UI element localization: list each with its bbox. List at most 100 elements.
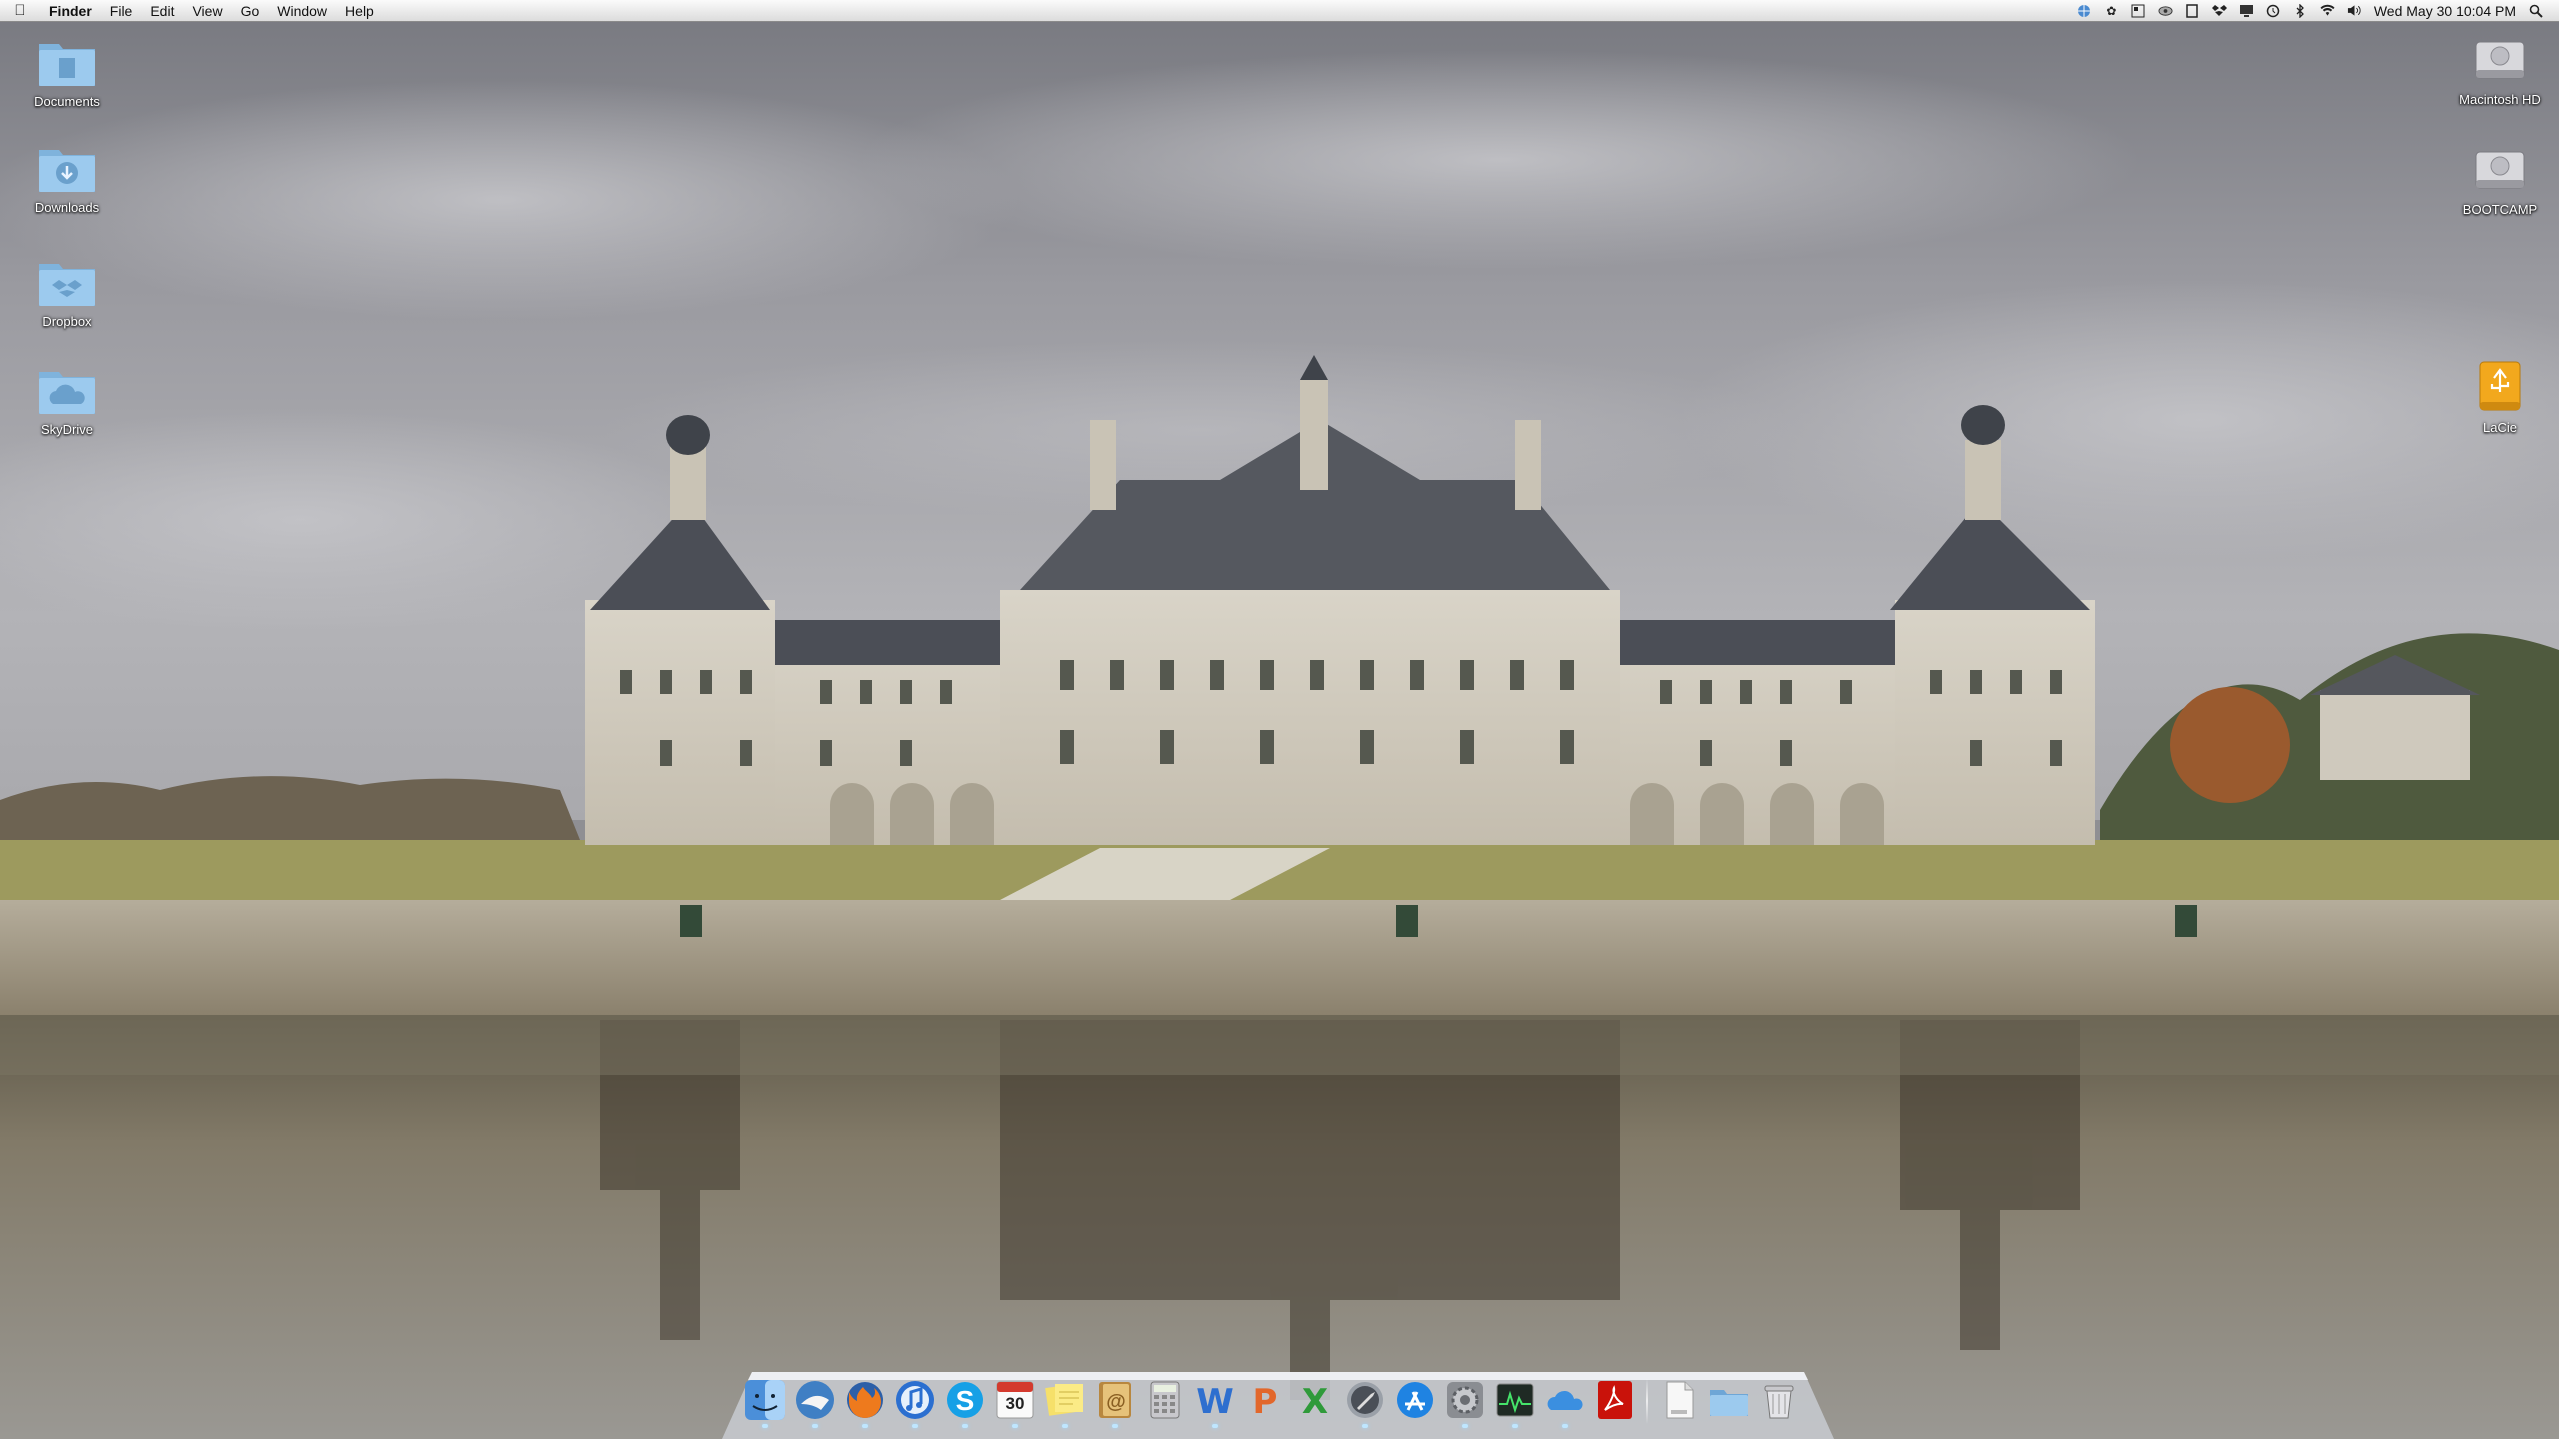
trash-icon — [1764, 1385, 1794, 1419]
svg-text:@: @ — [1106, 1391, 1126, 1413]
running-indicator — [1012, 1424, 1018, 1428]
menu-help[interactable]: Help — [336, 0, 383, 22]
dock-powerpoint[interactable]: P — [1243, 1378, 1287, 1422]
running-indicator — [1462, 1424, 1468, 1428]
volume-icon[interactable] — [2347, 4, 2362, 18]
paw-icon[interactable]: ✿ — [2104, 4, 2119, 18]
desktop-icon-label: Macintosh HD — [2459, 92, 2541, 107]
document-stack-icon — [1666, 1381, 1694, 1419]
itunes-icon — [896, 1381, 934, 1419]
documents-folder-icon — [39, 44, 95, 86]
usb-drive-icon — [2479, 361, 2521, 411]
dock-calculator[interactable] — [1143, 1378, 1187, 1422]
address-book-icon: @ — [1099, 1382, 1131, 1418]
dock-ical[interactable]: 30 — [993, 1378, 1037, 1428]
running-indicator — [862, 1424, 868, 1428]
running-indicator — [1362, 1424, 1368, 1428]
dock-system-preferences[interactable] — [1443, 1378, 1487, 1428]
word-letter: W — [1196, 1382, 1234, 1422]
running-indicator — [1062, 1424, 1068, 1428]
dock-mail[interactable] — [793, 1378, 837, 1428]
dock-skydrive[interactable] — [1543, 1378, 1587, 1428]
firefox-icon — [847, 1382, 883, 1418]
window-icon[interactable] — [2185, 3, 2200, 18]
dropbox-icon[interactable] — [2211, 4, 2227, 18]
desktop-icon-label: Dropbox — [42, 314, 92, 329]
system-preferences-icon — [1447, 1382, 1483, 1418]
running-indicator — [762, 1424, 768, 1428]
skype-icon: S — [947, 1382, 983, 1418]
desktop-icon-label: Documents — [34, 94, 100, 109]
finder-icon — [745, 1380, 785, 1420]
skydrive-folder-icon — [39, 372, 95, 414]
dock-trash[interactable] — [1757, 1378, 1801, 1422]
excel-letter: X — [1301, 1382, 1329, 1422]
dock-launchpad[interactable] — [1343, 1378, 1387, 1428]
display-icon[interactable] — [2239, 4, 2254, 18]
desktop-wallpaper — [0, 0, 2559, 1439]
powerpoint-letter: P — [1252, 1382, 1278, 1422]
skydrive-icon — [1547, 1390, 1583, 1410]
spotlight-search-icon[interactable] — [2528, 4, 2543, 18]
dock-separator — [1646, 1378, 1648, 1424]
menu-app-name[interactable]: Finder — [40, 0, 101, 22]
desktop-icon-label: SkyDrive — [40, 422, 93, 437]
desktop-icon-skydrive[interactable]: SkyDrive — [12, 362, 122, 437]
time-machine-icon[interactable] — [2266, 4, 2281, 18]
desktop-icon-label: BOOTCAMP — [2462, 202, 2538, 217]
running-indicator — [1562, 1424, 1568, 1428]
menu-view[interactable]: View — [183, 0, 231, 22]
desktop-icon-documents[interactable]: Documents — [12, 34, 122, 109]
grid-icon[interactable] — [2131, 4, 2146, 18]
dock-skype[interactable]: S — [943, 1378, 987, 1428]
menu-go[interactable]: Go — [232, 0, 269, 22]
dock-excel[interactable]: X — [1293, 1378, 1337, 1422]
dock-word[interactable]: W — [1193, 1378, 1237, 1428]
menu-file[interactable]: File — [101, 0, 142, 22]
calendar-date-text: 30 — [1005, 1394, 1025, 1413]
dock-folder-stack[interactable] — [1707, 1378, 1751, 1422]
svg-text:S: S — [956, 1385, 975, 1416]
dock-itunes[interactable] — [893, 1378, 937, 1428]
running-indicator — [962, 1424, 968, 1428]
hard-drive-icon — [2475, 151, 2525, 189]
running-indicator — [1112, 1424, 1118, 1428]
dock-documents-stack[interactable] — [1657, 1378, 1701, 1422]
eye-icon[interactable] — [2158, 4, 2173, 18]
menu-window[interactable]: Window — [268, 0, 336, 22]
running-indicator — [812, 1424, 818, 1428]
dock-stickies[interactable] — [1043, 1378, 1087, 1428]
desktop-icon-downloads[interactable]: Downloads — [12, 140, 122, 215]
desktop-icon-label: Downloads — [34, 200, 100, 215]
dock-address-book[interactable]: @ — [1093, 1378, 1137, 1428]
running-indicator — [1512, 1424, 1518, 1428]
dock-finder[interactable] — [743, 1378, 787, 1428]
dock-firefox[interactable] — [843, 1378, 887, 1428]
menu-edit[interactable]: Edit — [141, 0, 183, 22]
bluetooth-icon[interactable] — [2293, 3, 2308, 18]
vpn-globe-icon[interactable] — [2077, 4, 2092, 18]
running-indicator — [912, 1424, 918, 1428]
desktop-icon-bootcamp[interactable]: BOOTCAMP — [2445, 142, 2555, 217]
dock-app-store[interactable] — [1393, 1378, 1437, 1422]
launchpad-icon — [1347, 1382, 1383, 1418]
desktop-icon-lacie[interactable]: LaCie — [2445, 360, 2555, 435]
desktop-icon-macintosh-hd[interactable]: Macintosh HD — [2445, 32, 2555, 107]
menu-clock[interactable]: Wed May 30 10:04 PM — [2368, 3, 2522, 19]
apple-menu-icon[interactable]:  — [0, 2, 40, 19]
menu-bar:  Finder File Edit View Go Window Help ✿… — [0, 0, 2559, 22]
wifi-icon[interactable] — [2320, 4, 2335, 18]
app-store-icon — [1397, 1382, 1433, 1418]
downloads-folder-icon — [39, 150, 95, 192]
desktop-icon-dropbox[interactable]: Dropbox — [12, 254, 122, 329]
adobe-reader-icon — [1598, 1381, 1632, 1419]
desktop-icon-label: LaCie — [2483, 420, 2517, 435]
dropbox-folder-icon — [39, 264, 95, 306]
dock: S 30 @ W P X — [740, 1370, 1820, 1428]
dock-adobe-reader[interactable] — [1593, 1378, 1637, 1422]
dock-activity-monitor[interactable] — [1493, 1378, 1537, 1428]
hard-drive-icon — [2475, 41, 2525, 79]
running-indicator — [1212, 1424, 1218, 1428]
calculator-icon — [1150, 1381, 1180, 1419]
stickies-icon — [1045, 1384, 1083, 1416]
